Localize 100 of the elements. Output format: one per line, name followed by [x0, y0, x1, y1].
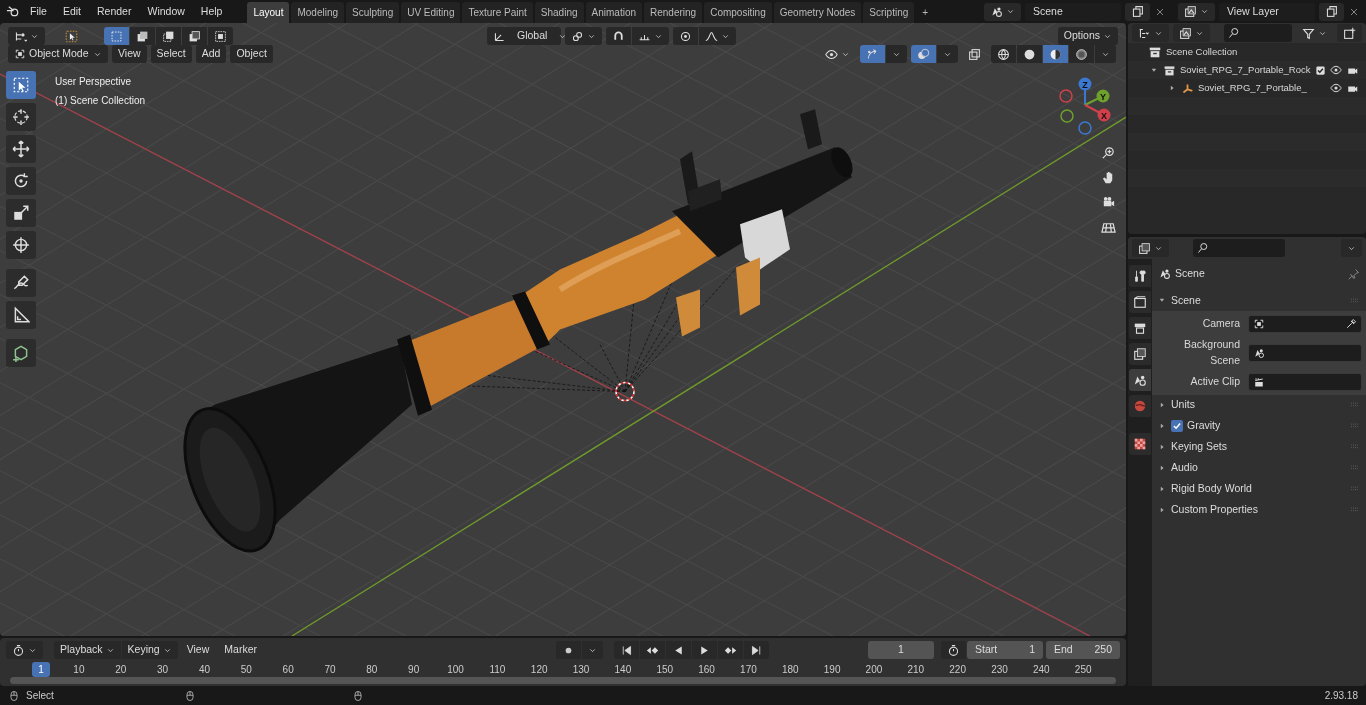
view-layer-field[interactable]: View Layer [1219, 2, 1315, 21]
add-workspace-button[interactable]: + [916, 2, 935, 23]
workspace-tab[interactable]: Texture Paint [462, 2, 533, 23]
axis-handle[interactable] [1059, 89, 1073, 103]
workspace-tab[interactable]: Sculpting [346, 2, 400, 23]
workspace-tab[interactable]: Shading [534, 2, 584, 23]
new-view-layer-button[interactable] [1319, 2, 1344, 21]
jump-to-start-button[interactable] [613, 641, 639, 659]
preview-range-button[interactable] [941, 641, 966, 659]
gravity-checkbox[interactable] [1171, 420, 1183, 432]
start-frame-field[interactable]: Start 1 [967, 641, 1043, 659]
previous-keyframe-button[interactable] [639, 641, 665, 659]
menu-item[interactable]: Add [195, 45, 227, 63]
axis-handle[interactable]: Y [1084, 89, 1110, 106]
menu-item[interactable]: Help [193, 1, 230, 22]
move-tool-button[interactable] [6, 135, 36, 163]
record-button[interactable] [555, 641, 581, 659]
next-keyframe-button[interactable] [717, 641, 743, 659]
texture-tab[interactable] [1129, 433, 1151, 455]
panel-header[interactable]: Scene [1171, 292, 1346, 309]
workspace-tab[interactable]: UV Editing [401, 2, 461, 23]
menu-item[interactable]: Object [230, 45, 273, 63]
options-dropdown[interactable]: Options [1057, 27, 1118, 45]
axis-handle[interactable]: X [1084, 104, 1111, 122]
workspace-tab[interactable]: Rendering [644, 2, 703, 23]
jump-to-end-button[interactable] [743, 641, 769, 659]
mode-dropdown[interactable]: Object Mode [8, 45, 108, 63]
visibility-icon[interactable] [1330, 82, 1342, 94]
view-layer-selector-button[interactable] [1178, 2, 1215, 21]
gizmo-toggle-button[interactable] [860, 45, 885, 63]
play-reverse-button[interactable] [665, 641, 691, 659]
playhead-frame-label[interactable]: 1 [32, 662, 50, 677]
play-button[interactable] [691, 641, 717, 659]
panel-header[interactable]: Keying Sets [1171, 439, 1346, 455]
falloff-button[interactable] [699, 27, 736, 45]
eyedropper-icon[interactable] [1345, 318, 1357, 330]
new-collection-button[interactable] [1337, 24, 1362, 42]
select-mode-button[interactable] [208, 27, 233, 45]
proportional-editing-button[interactable] [673, 27, 698, 45]
tree-item[interactable]: Soviet_RPG_7_Portable_Rock [1180, 62, 1311, 78]
render-tab[interactable] [1129, 291, 1151, 313]
pin-icon[interactable] [1348, 267, 1360, 280]
new-scene-button[interactable] [1125, 2, 1150, 21]
tree-item[interactable]: Scene Collection [1166, 44, 1238, 60]
workspace-tab[interactable]: Compositing [704, 2, 772, 23]
menu-dropdown[interactable]: Playback [54, 641, 121, 659]
workspace-tab[interactable]: Animation [585, 2, 642, 23]
tree-item[interactable]: Soviet_RPG_7_Portable_ [1198, 80, 1307, 96]
select-mode-button[interactable] [156, 27, 181, 45]
workspace-tab[interactable]: Modeling [291, 2, 345, 23]
workspace-tab[interactable]: Scripting [863, 2, 915, 23]
cursor-tool-button[interactable] [6, 103, 36, 131]
scene-name-field[interactable]: Scene [1025, 2, 1121, 21]
panel-header[interactable]: Custom Properties [1171, 502, 1346, 518]
shading-mode-button[interactable] [991, 45, 1016, 63]
axis-handle[interactable] [1060, 109, 1074, 123]
output-tab[interactable] [1129, 317, 1151, 339]
menu-item[interactable]: Render [90, 1, 139, 22]
search-field[interactable] [1224, 24, 1292, 42]
editor-type-button[interactable] [1132, 24, 1169, 42]
panel-header[interactable]: Audio [1171, 460, 1346, 476]
shading-mode-button[interactable] [1017, 45, 1042, 63]
object-picker-field[interactable] [1248, 315, 1362, 333]
panel-header[interactable]: Rigid Body World [1171, 481, 1346, 497]
visibility-icon[interactable] [1330, 64, 1342, 76]
object-picker-field[interactable] [1248, 372, 1362, 391]
tool-tab[interactable] [1129, 265, 1151, 287]
scrollbar[interactable] [10, 677, 1116, 684]
menu-item[interactable]: Window [140, 1, 192, 22]
axis-handle[interactable] [1078, 121, 1092, 135]
overlay-toggle-button[interactable] [911, 45, 936, 63]
object-picker-field[interactable] [1248, 343, 1362, 362]
editor-type-button[interactable] [8, 27, 45, 45]
menu-item[interactable]: File [23, 1, 54, 22]
select-mode-button[interactable] [130, 27, 155, 45]
editor-type-button[interactable] [1132, 239, 1169, 257]
workspace-tab[interactable]: Layout [247, 2, 290, 23]
search-field[interactable] [1193, 239, 1285, 257]
select-box-tool-button[interactable] [6, 71, 36, 99]
select-mode-button[interactable] [182, 27, 207, 45]
workspace-tab[interactable]: Geometry Nodes [773, 2, 862, 23]
shading-mode-button[interactable] [1069, 45, 1094, 63]
scene-tab[interactable] [1129, 369, 1151, 391]
exclude-checkbox[interactable] [1315, 64, 1326, 76]
menu-item[interactable]: Marker [218, 641, 263, 659]
menu-item[interactable]: Select [150, 45, 192, 63]
measure-tool-button[interactable] [6, 301, 36, 329]
view-layer-tab[interactable] [1129, 343, 1151, 365]
display-mode-button[interactable] [1173, 24, 1210, 42]
panel-header[interactable]: Units [1171, 397, 1346, 413]
snap-toggle-button[interactable] [606, 27, 631, 45]
pivot-point-button[interactable] [565, 27, 602, 45]
snap-target-button[interactable] [632, 27, 669, 45]
add-cube-tool-button[interactable] [6, 339, 36, 367]
blender-logo-icon[interactable] [6, 4, 21, 19]
scene-selector-button[interactable] [984, 2, 1021, 21]
menu-item[interactable]: View [112, 45, 147, 63]
transform-tool-button[interactable] [6, 231, 36, 259]
current-frame-field[interactable]: 1 [868, 641, 934, 659]
scale-tool-button[interactable] [6, 199, 36, 227]
